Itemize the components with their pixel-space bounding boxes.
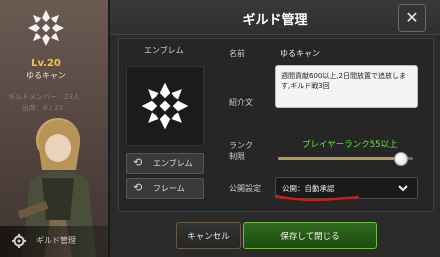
close-button[interactable]: ✕: [398, 4, 426, 32]
change-emblem-label: エンブレム: [153, 159, 193, 168]
guild-info-panel: Lv.20 ゆるキャン ギルドメンバー：23人 出席：8 / 23 ギルド管理: [0, 0, 108, 257]
guild-emblem-icon: [28, 10, 64, 46]
gear-icon: [12, 234, 26, 248]
change-frame-button[interactable]: ⟲ フレーム: [126, 178, 204, 199]
guild-name-value: ゆるキャン: [280, 49, 320, 58]
dialog-title: ギルド管理: [242, 13, 308, 28]
guild-member-count: ギルドメンバー：23人: [8, 93, 80, 101]
rank-limit-value: プレイヤーランク55以上: [302, 140, 398, 150]
dialog-title-bar: ギルド管理 ✕: [110, 0, 440, 35]
guild-manage-label: ギルド管理: [36, 236, 76, 245]
emblem-section-label: エンブレム: [144, 46, 184, 55]
emblem-preview: [126, 66, 204, 146]
refresh-icon: ⟲: [133, 156, 143, 169]
intro-label: 紹介文: [229, 98, 253, 107]
name-label: 名前: [229, 49, 245, 58]
guild-emblem-icon: [141, 82, 189, 130]
close-icon: ✕: [405, 8, 419, 27]
rank-slider[interactable]: [278, 152, 413, 166]
change-frame-label: フレーム: [153, 184, 185, 193]
rank-limit-label-line1: ランク: [229, 141, 253, 150]
intro-textarea[interactable]: 週間貢献600以上,2日間放置で追放します,ギルド戦3回: [275, 65, 418, 108]
annotation-underline: [274, 194, 360, 202]
rank-limit-label: ランク 制限: [229, 140, 253, 162]
chevron-down-icon: [398, 185, 408, 192]
guild-level: Lv.20: [31, 58, 61, 69]
guild-manage-dialog: ギルド管理 ✕ エンブレム ⟲ エンブレム ⟲ フレーム 名前 ゆるキャン 紹介…: [110, 0, 440, 257]
change-emblem-button[interactable]: ⟲ エンブレム: [126, 153, 204, 174]
public-setting-label: 公開設定: [229, 184, 261, 193]
save-and-close-button[interactable]: 保存して閉じる: [243, 222, 377, 249]
cancel-button[interactable]: キャンセル: [176, 222, 241, 249]
rank-limit-label-line2: 制限: [229, 152, 245, 161]
rank-slider-fill: [278, 157, 400, 160]
cancel-button-label: キャンセル: [187, 232, 230, 242]
refresh-icon: ⟲: [133, 181, 143, 194]
rank-slider-thumb[interactable]: [393, 152, 408, 166]
intro-text: 週間貢献600以上,2日間放置で追放します,ギルド戦3回: [281, 72, 407, 90]
save-button-label: 保存して閉じる: [280, 232, 340, 242]
guild-manage-footer[interactable]: ギルド管理: [0, 226, 108, 257]
guild-name: ゆるキャン: [26, 71, 66, 80]
